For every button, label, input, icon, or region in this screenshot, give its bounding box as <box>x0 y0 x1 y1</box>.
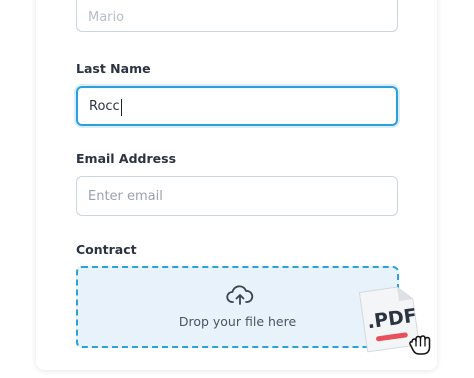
last-name-label: Last Name <box>76 61 151 76</box>
first-name-input[interactable]: Mario <box>76 0 398 32</box>
text-caret <box>120 98 123 116</box>
dropzone-text: Drop your file here <box>178 314 297 329</box>
cloud-upload-icon <box>226 285 254 305</box>
first-name-value: Mario <box>88 9 125 25</box>
last-name-input[interactable]: Rocc <box>76 86 398 126</box>
email-placeholder: Enter email <box>88 188 163 204</box>
contract-label: Contract <box>76 242 137 257</box>
last-name-value: Rocc <box>89 98 120 114</box>
dragged-file[interactable]: .PDF <box>353 276 443 366</box>
file-dropzone[interactable]: Drop your file here <box>76 266 399 348</box>
grab-hand-cursor-icon <box>409 335 431 355</box>
email-input[interactable]: Enter email <box>76 176 398 216</box>
email-label: Email Address <box>76 151 177 166</box>
